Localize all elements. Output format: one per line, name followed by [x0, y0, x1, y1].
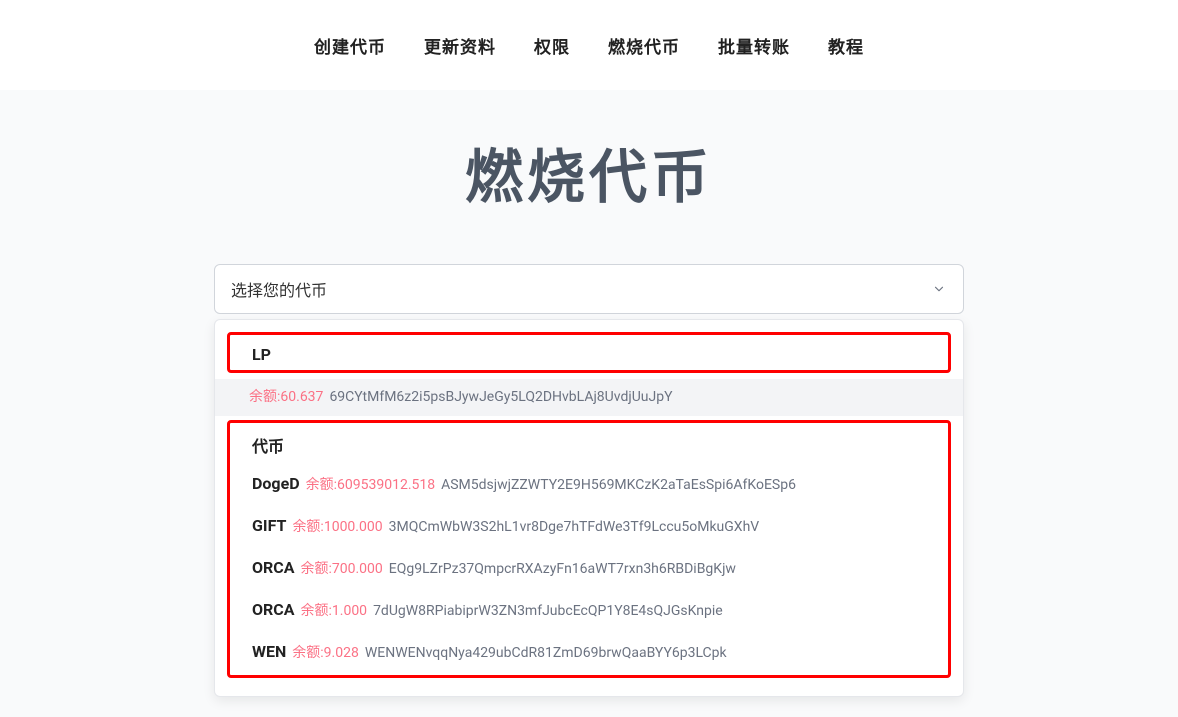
token-name: WEN: [252, 640, 286, 664]
token-name: DogeD: [252, 472, 300, 496]
select-placeholder: 选择您的代币: [231, 277, 327, 301]
nav-batch-transfer[interactable]: 批量转账: [718, 33, 790, 58]
token-name: GIFT: [252, 514, 286, 538]
token-address: ASM5dsjwjZZWTY2E9H569MKCzK2aTaEsSpi6AfKo…: [441, 475, 796, 496]
lp-group-header: LP: [230, 341, 948, 370]
token-group-header: 代币: [230, 429, 948, 463]
token-row-gift[interactable]: GIFT 余额:1000.000 3MQCmWbW3S2hL1vr8Dge7hT…: [230, 505, 948, 547]
nav-tutorial[interactable]: 教程: [828, 33, 864, 58]
token-row-orca-1[interactable]: ORCA 余额:700.000 EQg9LZrPz37QmpcrRXAzyFn1…: [230, 547, 948, 589]
token-dropdown-panel: LP 余额:60.637 69CYtMfM6z2i5psBJywJeGy5LQ2…: [214, 319, 964, 697]
token-address: 7dUgW8RPiabiprW3ZN3mfJubcEcQP1Y8E4sQJGsK…: [373, 601, 723, 622]
token-address: EQg9LZrPz37QmpcrRXAzyFn16aWT7rxn3h6RBDiB…: [389, 559, 736, 580]
lp-group-box: LP: [227, 332, 951, 373]
chevron-down-icon: [931, 281, 947, 297]
nav-permission[interactable]: 权限: [534, 33, 570, 58]
nav-update-info[interactable]: 更新资料: [424, 33, 496, 58]
token-row-doged[interactable]: DogeD 余额:609539012.518 ASM5dsjwjZZWTY2E9…: [230, 463, 948, 505]
token-balance: 余额:9.028: [292, 643, 359, 664]
token-balance: 余额:1000.000: [292, 517, 382, 538]
token-address: 69CYtMfM6z2i5psBJywJeGy5LQ2DHvbLAj8UvdjU…: [329, 387, 672, 408]
token-balance: 余额:609539012.518: [306, 475, 436, 496]
token-balance: 余额:60.637: [249, 387, 323, 408]
nav-burn-token[interactable]: 燃烧代币: [608, 33, 680, 58]
nav-create-token[interactable]: 创建代币: [314, 33, 386, 58]
token-group-box: 代币 DogeD 余额:609539012.518 ASM5dsjwjZZWTY…: [227, 420, 951, 678]
page-title: 燃烧代币: [0, 130, 1178, 214]
token-name: ORCA: [252, 598, 295, 622]
token-balance: 余额:700.000: [301, 559, 383, 580]
token-select-container: 选择您的代币 LP 余额:60.637 69CYtMfM6z2i5psBJywJ…: [214, 264, 964, 314]
token-name: ORCA: [252, 556, 295, 580]
page-body: 燃烧代币 选择您的代币 LP 余额:60.637 69CYtMfM6z2i5ps…: [0, 90, 1178, 717]
token-row-wen[interactable]: WEN 余额:9.028 WENWENvqqNya429ubCdR81ZmD69…: [230, 631, 948, 673]
token-select[interactable]: 选择您的代币: [214, 264, 964, 314]
token-address: 3MQCmWbW3S2hL1vr8Dge7hTFdWe3Tf9Lccu5oMku…: [389, 517, 760, 538]
token-address: WENWENvqqNya429ubCdR81ZmD69brwQaaBYY6p3L…: [365, 643, 727, 664]
lp-token-row[interactable]: 余额:60.637 69CYtMfM6z2i5psBJywJeGy5LQ2DHv…: [215, 379, 963, 416]
token-balance: 余额:1.000: [301, 601, 368, 622]
token-row-orca-2[interactable]: ORCA 余额:1.000 7dUgW8RPiabiprW3ZN3mfJubcE…: [230, 589, 948, 631]
top-nav: 创建代币 更新资料 权限 燃烧代币 批量转账 教程: [0, 0, 1178, 90]
